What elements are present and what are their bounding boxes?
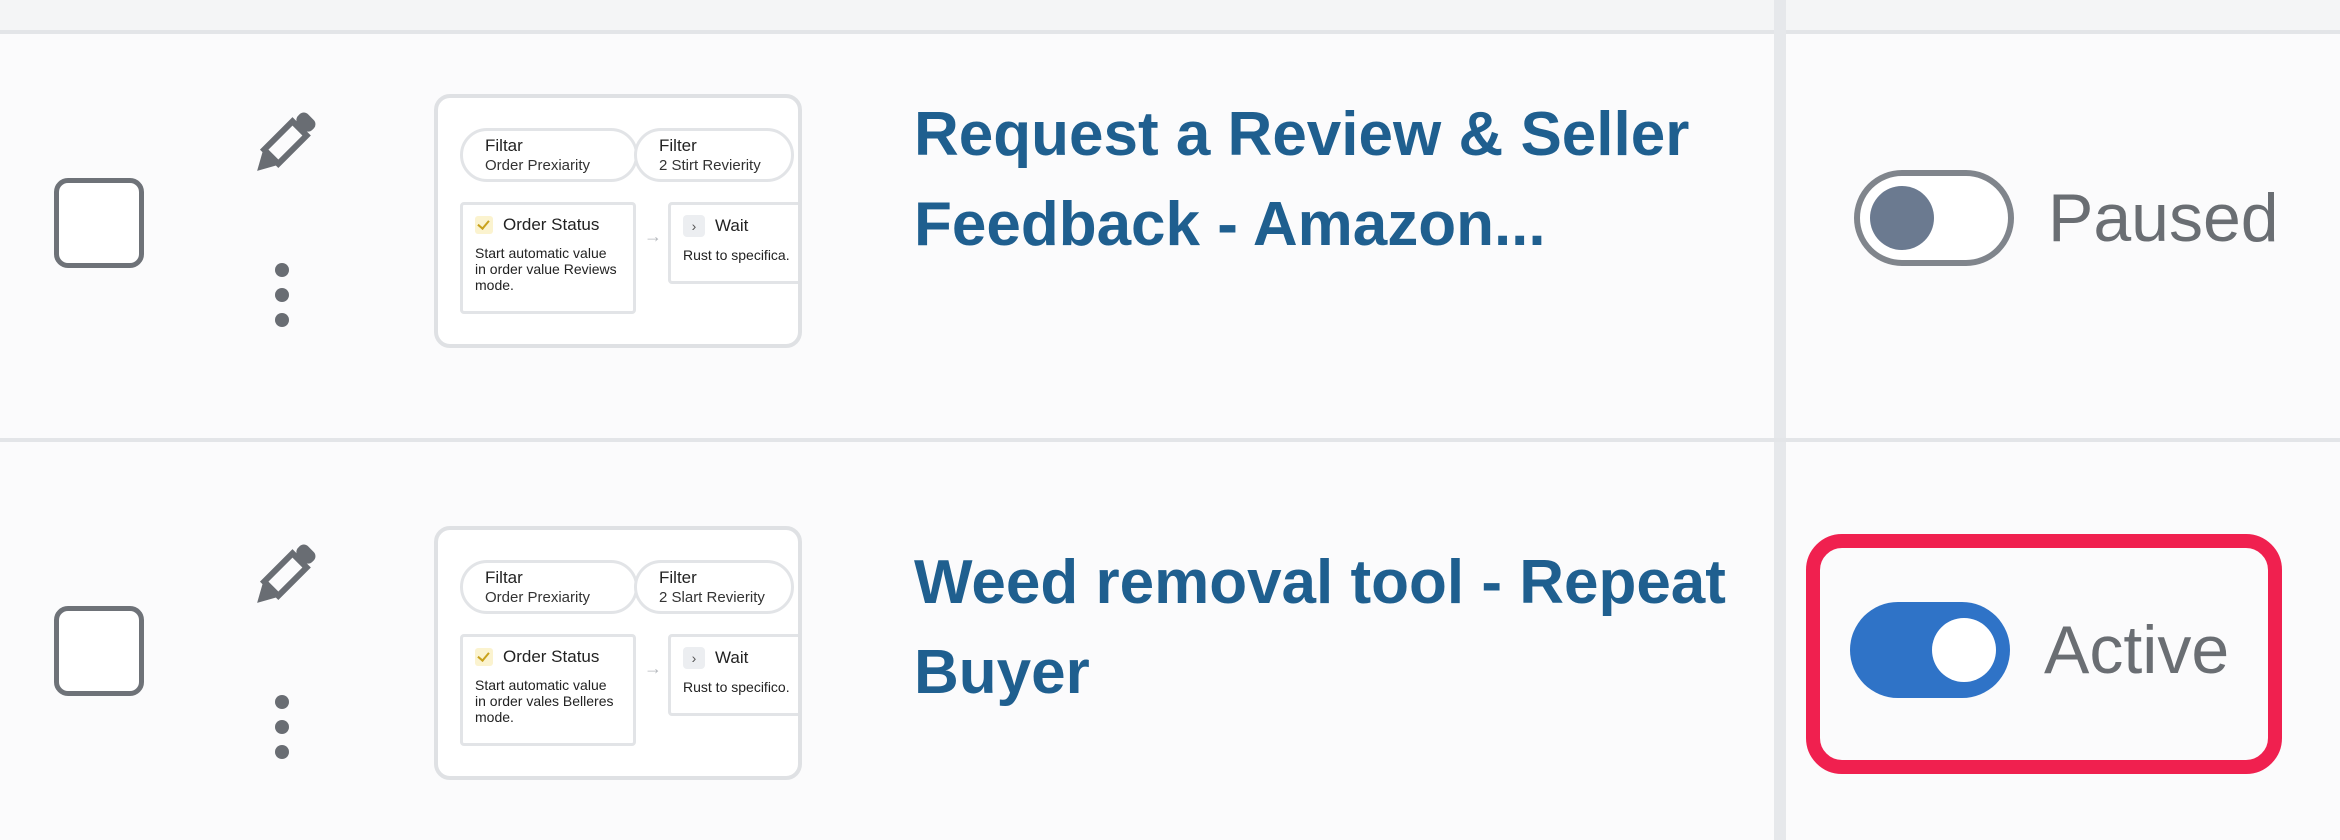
pencil-icon[interactable] [244,536,324,616]
filter-pill: Filter 2 Stirt Revierity [634,128,794,182]
flow-step-card: Order Status Start automatic value in or… [460,634,636,746]
filter-label: Filtar [485,136,523,155]
flow-thumbnail[interactable]: Filtar Order Prexiarity Filter 2 Slart R… [434,526,802,780]
table-header-strip [0,0,2340,34]
highlight-box [1806,534,2282,774]
filter-value: 2 Slart Revierity [659,589,765,606]
step-title: Order Status [503,215,600,234]
flow-thumbnail[interactable]: Filtar Order Prexiarity Filter 2 Stirt R… [434,94,802,348]
automation-list: Filtar Order Prexiarity Filter 2 Stirt R… [0,0,2340,840]
step-title: Order Status [503,647,600,666]
chevron-right-icon: › [683,215,705,237]
filter-label: Filter [659,136,697,155]
arrow-right-icon: → [644,226,662,246]
row-select-checkbox[interactable] [54,178,144,268]
filter-label: Filtar [485,568,523,587]
filter-pill: Filter 2 Slart Revierity [634,560,794,614]
check-icon [475,216,493,234]
step-description: Start automatic value in order value Rev… [475,245,617,293]
flow-step-card: Order Status Start automatic value in or… [460,202,636,314]
step-title: Wait [715,216,749,235]
filter-value: Order Prexiarity [485,157,591,174]
arrow-right-icon: → [644,658,662,678]
flow-step-card: › Wait Rust to specifico. [668,634,798,716]
step-description: Rust to specifico. [683,679,790,695]
status-toggle[interactable] [1854,170,2014,266]
chevron-right-icon: › [683,647,705,669]
filter-value: Order Prexiarity [485,589,591,606]
filter-label: Filter [659,568,697,587]
step-description: Start automatic value in order vales Bel… [475,677,614,725]
automation-title[interactable]: Weed removal tool - Repeat Buyer [914,538,1774,718]
status-label: Paused [2048,180,2279,256]
automation-title[interactable]: Request a Review & Seller Feedback - Ama… [914,90,1774,270]
table-row: Filtar Order Prexiarity Filter 2 Stirt R… [0,34,2340,438]
more-vertical-icon[interactable] [272,262,292,328]
more-vertical-icon[interactable] [272,694,292,760]
row-select-checkbox[interactable] [54,606,144,696]
filter-pill: Filtar Order Prexiarity [460,128,638,182]
step-description: Rust to specifica. [683,247,790,263]
check-icon [475,648,493,666]
filter-value: 2 Stirt Revierity [659,157,761,174]
flow-step-card: › Wait Rust to specifica. [668,202,798,284]
toggle-knob [1870,186,1934,250]
filter-pill: Filtar Order Prexiarity [460,560,638,614]
step-title: Wait [715,648,749,667]
pencil-icon[interactable] [244,104,324,184]
